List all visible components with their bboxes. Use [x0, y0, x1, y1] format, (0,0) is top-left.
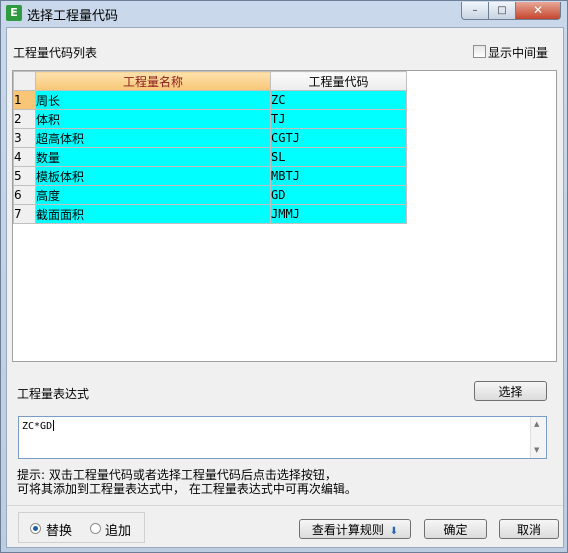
- header-corner: [13, 71, 36, 91]
- minimize-button[interactable]: –: [461, 2, 489, 20]
- footer-divider: [7, 505, 563, 506]
- row-number: 1: [13, 90, 36, 110]
- quantity-code-cell[interactable]: SL: [270, 147, 407, 167]
- quantity-name-cell[interactable]: 超高体积: [35, 128, 271, 148]
- quantity-name-cell[interactable]: 体积: [35, 109, 271, 129]
- close-button[interactable]: ✕: [515, 2, 561, 20]
- window-title: 选择工程量代码: [27, 9, 119, 24]
- column-header-name[interactable]: 工程量名称: [35, 71, 271, 91]
- quantity-name-cell[interactable]: 截面面积: [35, 204, 271, 224]
- hint-line-2: 可将其添加到工程量表达式中， 在工程量表达式中可再次编辑。: [17, 482, 357, 496]
- quantity-name-cell[interactable]: 高度: [35, 185, 271, 205]
- code-grid: 工程量名称 工程量代码 1 周长 ZC 2 体积 TJ 3 超高体积 CGTJ …: [12, 70, 557, 362]
- expression-scrollbar[interactable]: ▲ ▼: [530, 417, 546, 458]
- expression-value: ZC*GD: [22, 421, 53, 432]
- maximize-button[interactable]: □: [488, 2, 516, 20]
- dialog-body: 工程量代码列表 显示中间量 工程量名称 工程量代码 1 周长 ZC 2 体积 T…: [6, 27, 564, 548]
- append-label[interactable]: 追加: [105, 520, 131, 539]
- row-number: 7: [13, 204, 36, 224]
- code-table: 工程量名称 工程量代码 1 周长 ZC 2 体积 TJ 3 超高体积 CGTJ …: [13, 71, 407, 224]
- view-rules-button[interactable]: 查看计算规则 ⬇: [299, 519, 411, 539]
- row-number: 5: [13, 166, 36, 186]
- table-row[interactable]: 3 超高体积 CGTJ: [13, 128, 407, 148]
- arrow-down-icon: ⬇: [389, 526, 399, 537]
- mode-radio-group: 替换 追加: [18, 512, 145, 543]
- row-number: 2: [13, 109, 36, 129]
- close-icon: ✕: [532, 3, 544, 17]
- table-row[interactable]: 4 数量 SL: [13, 147, 407, 167]
- table-row[interactable]: 6 高度 GD: [13, 185, 407, 205]
- column-header-code[interactable]: 工程量代码: [270, 71, 407, 91]
- table-row[interactable]: 1 周长 ZC: [13, 90, 407, 110]
- maximize-icon: □: [497, 5, 507, 16]
- minimize-icon: –: [472, 5, 478, 16]
- quantity-name-cell[interactable]: 模板体积: [35, 166, 271, 186]
- table-row[interactable]: 7 截面面积 JMMJ: [13, 204, 407, 224]
- quantity-code-cell[interactable]: TJ: [270, 109, 407, 129]
- row-number: 6: [13, 185, 36, 205]
- quantity-code-cell[interactable]: ZC: [270, 90, 407, 110]
- quantity-name-cell[interactable]: 周长: [35, 90, 271, 110]
- table-header-row: 工程量名称 工程量代码: [13, 71, 407, 91]
- table-row[interactable]: 2 体积 TJ: [13, 109, 407, 129]
- replace-label[interactable]: 替换: [46, 520, 72, 539]
- expression-input[interactable]: ZC*GD ▲ ▼: [18, 416, 547, 459]
- view-rules-label: 查看计算规则: [311, 523, 384, 537]
- row-number: 4: [13, 147, 36, 167]
- quantity-code-cell[interactable]: MBTJ: [270, 166, 407, 186]
- append-radio[interactable]: [90, 523, 101, 534]
- show-middle-checkbox[interactable]: [473, 45, 486, 58]
- replace-radio[interactable]: [30, 523, 41, 534]
- quantity-code-cell[interactable]: CGTJ: [270, 128, 407, 148]
- quantity-code-cell[interactable]: JMMJ: [270, 204, 407, 224]
- scroll-up-icon[interactable]: ▲: [534, 420, 539, 428]
- show-middle-label[interactable]: 显示中间量: [488, 44, 548, 61]
- text-caret: [53, 420, 55, 431]
- expression-value-wrap: ZC*GD: [22, 420, 55, 432]
- cancel-button[interactable]: 取消: [499, 519, 559, 539]
- row-number: 3: [13, 128, 36, 148]
- scroll-down-icon[interactable]: ▼: [534, 446, 539, 454]
- dialog-window: E 选择工程量代码 – □ ✕ 工程量代码列表 显示中间量 工程量名称 工程量代…: [0, 0, 568, 553]
- ok-button[interactable]: 确定: [424, 519, 487, 539]
- select-button[interactable]: 选择: [474, 381, 547, 401]
- app-logo-icon: E: [6, 5, 22, 21]
- code-list-label: 工程量代码列表: [13, 46, 98, 60]
- expression-label: 工程量表达式: [17, 387, 90, 401]
- quantity-code-cell[interactable]: GD: [270, 185, 407, 205]
- quantity-name-cell[interactable]: 数量: [35, 147, 271, 167]
- table-row[interactable]: 5 模板体积 MBTJ: [13, 166, 407, 186]
- title-bar[interactable]: E 选择工程量代码 – □ ✕: [1, 1, 567, 25]
